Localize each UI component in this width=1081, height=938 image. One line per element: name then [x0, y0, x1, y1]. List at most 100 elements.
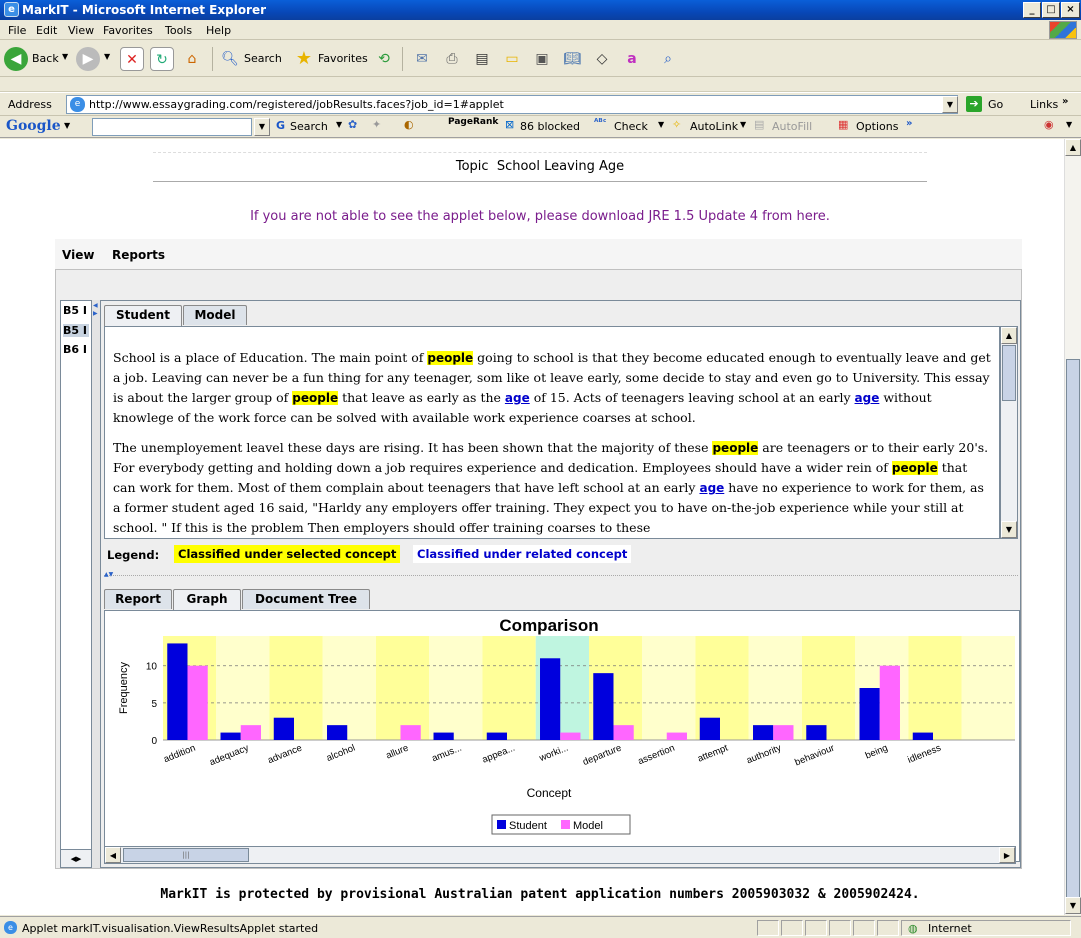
- scroll-down-icon[interactable]: ▼: [1001, 521, 1017, 538]
- screen-icon[interactable]: ◇: [590, 47, 614, 71]
- menu-view[interactable]: View: [68, 24, 94, 37]
- menu-help[interactable]: Help: [206, 24, 231, 37]
- page-scrollbar[interactable]: ▲ ▼: [1064, 139, 1081, 915]
- maximize-icon[interactable]: □: [1042, 2, 1060, 18]
- back-label[interactable]: Back: [32, 52, 59, 65]
- toolbar-overflow-icon[interactable]: »: [906, 118, 912, 129]
- address-input[interactable]: e http://www.essaygrading.com/registered…: [66, 95, 958, 114]
- research-icon[interactable]: 📖︎: [560, 47, 584, 71]
- menu-favorites[interactable]: Favorites: [103, 24, 153, 37]
- tab-model[interactable]: Model: [183, 305, 247, 325]
- scroll-up-icon[interactable]: ▲: [1001, 327, 1017, 344]
- list-item[interactable]: B5 I: [63, 304, 87, 317]
- search-label[interactable]: Search: [244, 52, 282, 65]
- essay-text-panel[interactable]: School is a place of Education. The main…: [104, 326, 1000, 539]
- translate-icon[interactable]: a: [620, 47, 644, 71]
- chevron-right-icon[interactable]: »: [1062, 96, 1068, 107]
- hscroll-thumb[interactable]: |||: [123, 848, 249, 862]
- tab-report[interactable]: Report: [104, 589, 172, 609]
- autolink-button[interactable]: AutoLink: [690, 120, 738, 133]
- print-icon[interactable]: ⎙: [440, 47, 464, 71]
- favorites-star-icon[interactable]: ★: [292, 47, 316, 71]
- forward-dropdown-icon[interactable]: ▼: [104, 52, 110, 61]
- options-button[interactable]: Options: [856, 120, 898, 133]
- google-dropdown-icon[interactable]: ▼: [64, 121, 70, 130]
- scroll-left-icon[interactable]: ◀: [105, 847, 121, 863]
- related-concept-link[interactable]: age: [505, 391, 530, 405]
- bar-model: [773, 725, 794, 740]
- check-button[interactable]: Check: [614, 120, 648, 133]
- concept-highlight[interactable]: people: [427, 351, 474, 365]
- expand-right-icon[interactable]: ▶: [93, 310, 98, 317]
- google-logo[interactable]: Google: [6, 118, 61, 134]
- window-title-bar[interactable]: e MarkIT - Microsoft Internet Explorer _…: [0, 0, 1081, 20]
- concept-highlight[interactable]: people: [292, 391, 339, 405]
- menu-edit[interactable]: Edit: [36, 24, 57, 37]
- list-item[interactable]: B6 I: [63, 343, 87, 356]
- menu-tools[interactable]: Tools: [165, 24, 192, 37]
- bar-model: [400, 725, 421, 740]
- split-pane-divider[interactable]: ◀ ▶: [92, 300, 100, 868]
- autolink-dropdown-icon[interactable]: ▼: [740, 120, 746, 129]
- scroll-right-icon[interactable]: ▶: [999, 847, 1015, 863]
- status-pane: [781, 920, 803, 936]
- folder-icon[interactable]: ▭: [500, 47, 524, 71]
- scroll-thumb[interactable]: [1002, 345, 1016, 401]
- list-scroll-arrows-icon[interactable]: ◀▶: [61, 849, 91, 867]
- forward-icon[interactable]: ▶: [76, 47, 100, 71]
- go-button[interactable]: Go: [988, 98, 1003, 111]
- minimize-icon[interactable]: _: [1023, 2, 1041, 18]
- back-dropdown-icon[interactable]: ▼: [62, 52, 68, 61]
- refresh-icon[interactable]: ↻: [150, 47, 174, 71]
- favorites-label[interactable]: Favorites: [318, 52, 368, 65]
- applet-menu-view[interactable]: View: [62, 248, 94, 262]
- vertical-split-divider[interactable]: ▲▼: [104, 571, 1018, 583]
- page-scroll-thumb[interactable]: [1066, 359, 1080, 899]
- tab-graph[interactable]: Graph: [173, 589, 241, 611]
- pagerank-label[interactable]: PageRank: [448, 117, 498, 127]
- home-icon[interactable]: ⌂: [180, 47, 204, 71]
- highlight-icon[interactable]: ✦: [372, 118, 381, 131]
- essay-scrollbar[interactable]: ▲ ▼: [1000, 326, 1018, 539]
- bar-student: [912, 732, 933, 740]
- related-concept-link[interactable]: age: [699, 481, 724, 495]
- google-history-dropdown-icon[interactable]: ▼: [254, 118, 270, 136]
- address-dropdown-icon[interactable]: ▼: [942, 96, 958, 113]
- mail-icon[interactable]: ✉: [410, 47, 434, 71]
- back-icon[interactable]: ◀: [4, 47, 28, 71]
- list-item[interactable]: B5 I: [63, 324, 89, 337]
- search-icon[interactable]: 🔍︎: [218, 47, 242, 71]
- blocked-count[interactable]: 86 blocked: [520, 120, 580, 133]
- edit-icon[interactable]: ▤: [470, 47, 494, 71]
- translate-globe-icon[interactable]: ◉: [1044, 118, 1054, 131]
- google-search-button[interactable]: Search: [290, 120, 328, 133]
- go-arrow-icon[interactable]: ➔: [966, 96, 982, 112]
- globe-dropdown-icon[interactable]: ▼: [1066, 120, 1072, 129]
- page-scroll-up-icon[interactable]: ▲: [1065, 139, 1081, 156]
- history-icon[interactable]: ⟲: [372, 47, 396, 71]
- autofill-button[interactable]: AutoFill: [772, 120, 812, 133]
- horizontal-scrollbar[interactable]: ◀ ||| ▶: [104, 846, 1016, 864]
- jre-download-message[interactable]: If you are not able to see the applet be…: [60, 209, 1020, 224]
- concept-highlight[interactable]: people: [891, 461, 938, 475]
- check-dropdown-icon[interactable]: ▼: [658, 120, 664, 129]
- essay-list[interactable]: B5 I B5 I B6 I ◀▶: [60, 300, 92, 868]
- related-concept-link[interactable]: age: [855, 391, 880, 405]
- news-icon[interactable]: ✿: [348, 118, 357, 131]
- page-scroll-down-icon[interactable]: ▼: [1065, 897, 1081, 914]
- stop-icon[interactable]: ✕: [120, 47, 144, 71]
- menu-file[interactable]: File: [8, 24, 26, 37]
- collapse-left-icon[interactable]: ◀: [93, 302, 98, 309]
- messenger-icon[interactable]: ▣: [530, 47, 554, 71]
- zoom-icon[interactable]: ⌕: [656, 47, 680, 71]
- google-search-input[interactable]: [92, 118, 252, 136]
- links-label[interactable]: Links: [1030, 98, 1058, 111]
- applet-menu-reports[interactable]: Reports: [112, 248, 165, 262]
- tab-student[interactable]: Student: [104, 305, 182, 327]
- tab-document-tree[interactable]: Document Tree: [242, 589, 370, 609]
- window-title: MarkIT - Microsoft Internet Explorer: [22, 3, 267, 17]
- close-icon[interactable]: ×: [1061, 2, 1080, 18]
- concept-highlight[interactable]: people: [712, 441, 759, 455]
- split-arrows-icon[interactable]: ▲▼: [104, 571, 113, 578]
- search-dropdown-icon[interactable]: ▼: [336, 120, 342, 129]
